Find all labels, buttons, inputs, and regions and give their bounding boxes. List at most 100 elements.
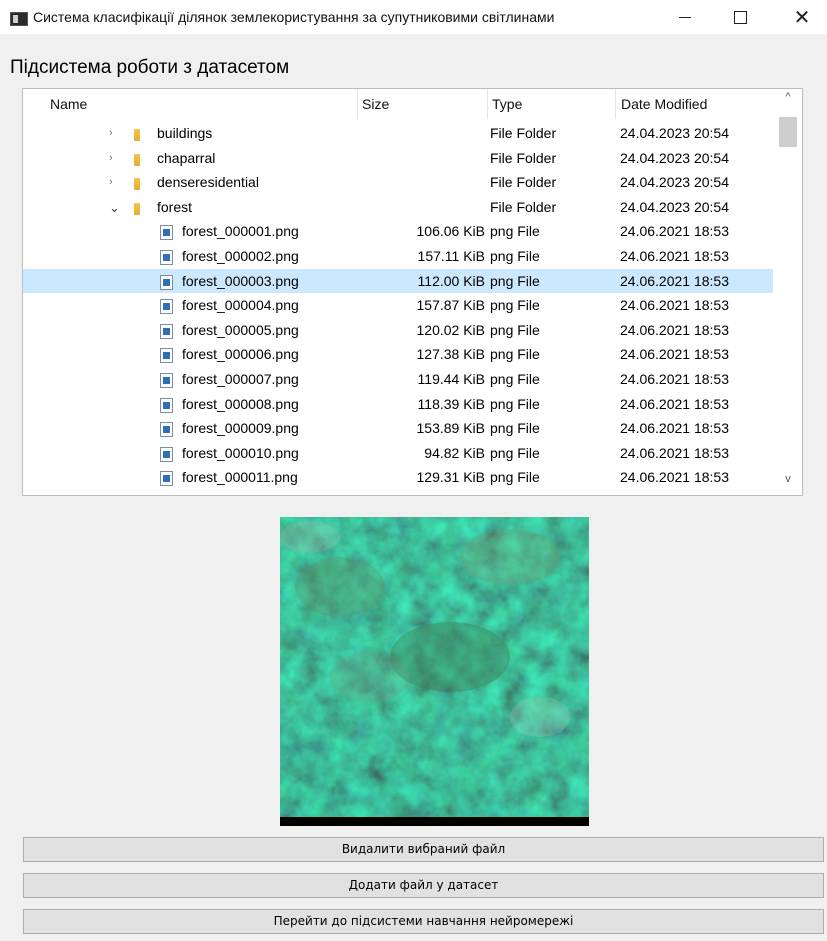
tree-file-row[interactable]: forest_000002.png 157.11 KiB png File 24.06… [23,244,773,269]
image-file-icon [160,299,173,315]
tree-header: Name Size Type Date Modified [23,89,773,119]
row-type: File Folder [490,198,557,215]
row-date: 24.04.2023 20:54 [620,149,729,166]
row-name: buildings [157,125,213,141]
tree-file-row[interactable]: forest_000011.png 129.31 KiB png File 24.06… [23,465,773,490]
scroll-thumb[interactable] [779,117,797,147]
scroll-up-arrow-icon[interactable]: ^ [775,91,801,111]
row-type: File Folder [490,149,557,166]
image-file-icon [160,422,173,438]
tree-file-row[interactable]: forest_000008.png 118.39 KiB png File 24.06… [23,392,773,417]
row-name: forest_000004.png [182,297,299,314]
row-date: 24.06.2021 18:53 [620,469,729,486]
row-size: 112.00 KiB [417,272,485,289]
row-size: 153.89 KiB [416,420,486,437]
row-date: 24.06.2021 18:53 [620,297,729,314]
chevron-right-icon[interactable]: › [109,152,113,164]
row-name: forest_000006.png [182,346,299,363]
folder-icon [134,153,140,166]
row-name: forest_000010.png [182,444,299,461]
row-size: 127.38 KiB [416,346,486,363]
minimize-button[interactable] [662,0,708,34]
row-type: png File [490,297,540,314]
app-icon [10,12,28,26]
chevron-down-icon[interactable]: ⌄ [109,200,120,216]
title-bar: Система класифікації ділянок землекорист… [0,0,827,34]
row-size: 157.87 KiB [416,297,486,314]
row-name: chaparral [157,149,216,166]
close-icon: ✕ [793,5,811,29]
tree-file-row[interactable]: forest_000007.png 119.44 KiB png File 24.06… [23,367,773,392]
image-file-icon [160,225,173,241]
image-file-icon [160,249,173,265]
row-type: png File [490,395,540,412]
row-type: png File [490,469,540,486]
image-preview [280,517,589,826]
tree-folder-row[interactable]: › chaparral File Folder 24.04.2023 20:54 [23,146,773,171]
tree-folder-row[interactable]: ⌄ forest File Folder 24.04.2023 20:54 [23,195,773,220]
row-date: 24.06.2021 18:53 [620,321,729,338]
column-header-name[interactable]: Name [50,96,87,112]
image-file-icon [160,348,173,364]
row-date: 24.06.2021 18:53 [620,420,729,437]
row-date: 24.06.2021 18:53 [620,272,729,289]
tree-file-row[interactable]: forest_000001.png 106.06 KiB png File 24.06… [23,219,773,244]
row-name: forest_000003.png [182,272,299,289]
row-type: File Folder [490,174,557,191]
row-type: png File [490,272,540,289]
image-file-icon [160,274,173,290]
image-file-icon [160,446,173,462]
tree-file-row[interactable]: forest_000005.png 120.02 KiB png File 24.06… [23,318,773,343]
column-header-date[interactable]: Date Modified [621,96,707,112]
tree-rows: › buildings File Folder 24.04.2023 20:54 › ch… [23,121,773,490]
column-divider[interactable] [487,89,488,119]
row-date: 24.04.2023 20:54 [620,174,729,191]
image-file-icon [160,397,173,413]
tree-file-row[interactable]: forest_000006.png 127.38 KiB png File 24.06… [23,342,773,367]
row-type: png File [490,321,540,338]
column-header-size[interactable]: Size [362,96,389,112]
row-name: forest [157,198,193,215]
row-type: File Folder [490,125,557,141]
file-tree-view[interactable]: Name Size Type Date Modified › buildings F… [22,88,803,496]
vertical-scrollbar[interactable]: ^ v [775,89,801,495]
row-name: denseresidential [157,174,259,191]
maximize-button[interactable] [717,0,763,34]
row-type: png File [490,247,540,264]
tree-folder-row[interactable]: › denseresidential File Folder 24.04.2023 2… [23,170,773,195]
row-size: 157.11 KiB [417,247,485,264]
row-name: forest_000005.png [182,321,299,338]
scroll-down-arrow-icon[interactable]: v [775,473,801,493]
row-name: forest_000008.png [182,395,299,412]
tree-file-row[interactable]: forest_000003.png 112.00 KiB png File 24.06… [23,268,773,294]
maximize-icon [733,10,747,24]
row-type: png File [490,346,540,363]
tree-file-row[interactable]: forest_000004.png 157.87 KiB png File 24.06… [23,293,773,318]
row-date: 24.06.2021 18:53 [620,370,729,387]
go-to-training-subsystem-button[interactable]: Перейти до підсистеми навчання нейромере… [23,909,824,934]
row-name: forest_000009.png [182,420,299,437]
tree-file-row[interactable]: forest_000010.png 94.82 KiB png File 24.06.… [23,441,773,466]
page-title: Підсистема роботи з датасетом [10,57,290,78]
row-date: 24.06.2021 18:53 [620,223,729,240]
row-date: 24.06.2021 18:53 [620,346,729,363]
add-file-to-dataset-button[interactable]: Додати файл у датасет [23,873,824,898]
column-divider[interactable] [357,89,358,119]
delete-selected-file-button[interactable]: Видалити вибраний файл [23,837,824,862]
tree-folder-row[interactable]: › buildings File Folder 24.04.2023 20:54 [23,121,773,146]
close-button[interactable]: ✕ [779,0,825,34]
row-size: 119.44 KiB [417,370,485,387]
column-header-type[interactable]: Type [492,96,522,112]
chevron-right-icon[interactable]: › [109,127,113,139]
tree-file-row[interactable]: forest_000009.png 153.89 KiB png File 24.06… [23,416,773,441]
row-name: forest_000002.png [182,247,299,264]
row-date: 24.04.2023 20:54 [620,198,729,215]
folder-icon [134,129,140,141]
column-divider[interactable] [615,89,616,119]
image-file-icon [160,471,173,487]
row-name: forest_000007.png [182,370,299,387]
chevron-right-icon[interactable]: › [109,176,113,188]
row-name: forest_000011.png [182,469,298,486]
row-size: 94.82 KiB [424,444,485,461]
row-type: png File [490,420,540,437]
